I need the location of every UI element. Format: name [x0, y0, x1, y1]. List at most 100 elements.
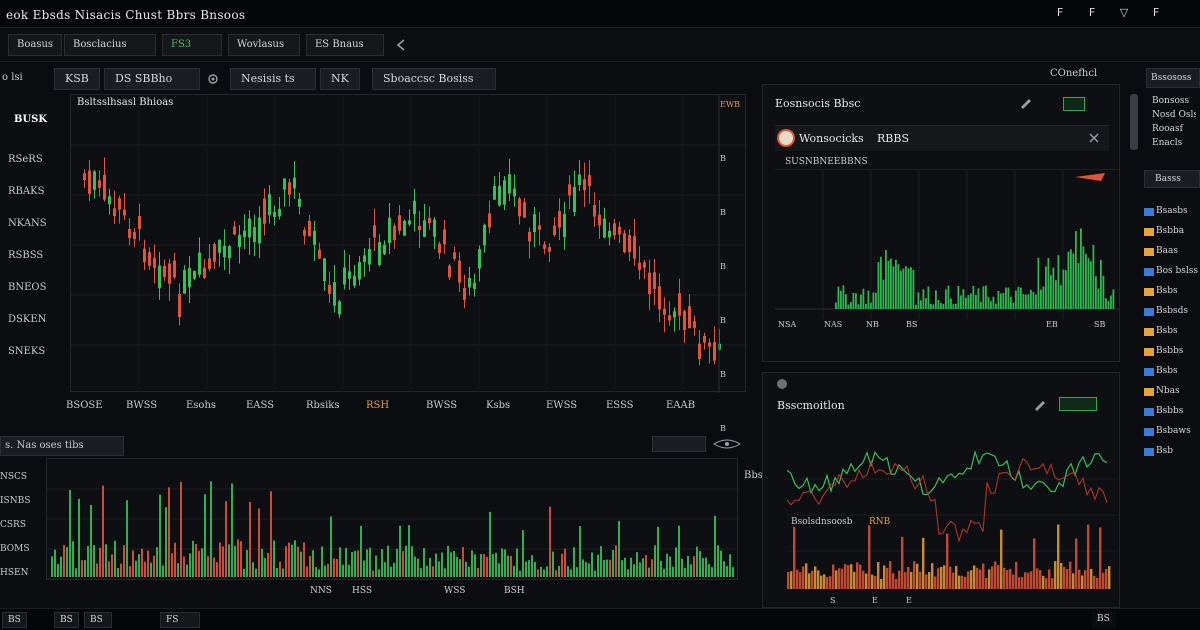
chip-2[interactable]: DS SBBho [104, 68, 200, 90]
candle-body [253, 227, 256, 243]
side-top-bar [865, 303, 867, 309]
side-top-bar [1045, 266, 1047, 309]
volume-bar [291, 544, 293, 577]
candle-body [128, 228, 131, 239]
volume-bar [84, 560, 86, 577]
volume-bar [231, 483, 233, 577]
volume-bar [420, 568, 422, 577]
side-top-bar [937, 299, 940, 309]
side-bottom-bar [811, 570, 814, 589]
volume-bar [633, 564, 635, 577]
eye-icon[interactable] [712, 438, 742, 450]
volume-bar [318, 569, 320, 577]
side-top-bar [1105, 298, 1107, 309]
chip-4[interactable]: NK [320, 68, 360, 90]
volume-y-label: ISNBS [0, 496, 31, 506]
side-top-bar [960, 295, 962, 309]
sidebar-item[interactable]: Bsbbs [1156, 406, 1200, 416]
side-bottom-bar [862, 570, 865, 589]
window-button-2[interactable]: F [1084, 5, 1100, 21]
toolbar-button-3[interactable]: FS3 [162, 34, 222, 56]
volume-bar [81, 560, 83, 577]
volume-bar [552, 551, 554, 577]
toolbar-button-2[interactable]: Bosclacius [64, 34, 156, 56]
volume-bar [294, 540, 296, 577]
volume-bar [384, 562, 386, 577]
volume-bar [693, 556, 695, 577]
side-bottom-indicator-button[interactable] [1059, 397, 1097, 411]
side-top-indicator-button[interactable] [1063, 97, 1085, 111]
back-arrow-icon[interactable] [394, 38, 408, 52]
candle-body [83, 173, 86, 180]
toolbar-button-5[interactable]: ES Bnaus [306, 34, 384, 56]
volume-bar [399, 525, 401, 577]
volume-bar [519, 570, 521, 577]
candle-body [668, 315, 671, 321]
sidebar-item[interactable]: Bsbs [1156, 366, 1200, 376]
side-top-bar [947, 285, 950, 309]
volume-bar [666, 553, 668, 577]
side-top-bar [890, 258, 892, 309]
chip-5[interactable]: Sboaccsc Bosiss [372, 68, 496, 90]
chip-3[interactable]: Nesisis ts [230, 68, 316, 90]
sidebar-item[interactable]: Baas [1156, 246, 1200, 256]
side-bottom-bar [1090, 568, 1093, 589]
status-item-2[interactable]: BS [54, 612, 79, 628]
volume-bar [606, 559, 608, 577]
volume-control-button[interactable] [652, 436, 706, 452]
volume-bar [717, 545, 719, 577]
side-bottom-bar [955, 566, 958, 589]
side-top-bar [1087, 258, 1090, 309]
side-bottom-bar [808, 573, 811, 589]
chip-1[interactable]: KSB [54, 68, 100, 90]
candle-body [518, 198, 521, 217]
status-item-4[interactable]: FS [160, 612, 200, 628]
toolbar-button-1[interactable]: Boasus [8, 34, 63, 56]
volume-bar [324, 565, 326, 577]
window-button-3[interactable]: ▽ [1116, 5, 1132, 21]
sidebar-item[interactable]: Bsbbs [1156, 346, 1200, 356]
volume-bar [279, 561, 281, 577]
candle-body [258, 217, 261, 244]
volume-bar [441, 552, 443, 577]
window-button-4[interactable]: F [1148, 5, 1164, 21]
sidebar-item[interactable]: Nbas [1156, 386, 1200, 396]
sidebar-item[interactable]: Bsbaws [1156, 426, 1200, 436]
volume-chart[interactable] [47, 459, 739, 581]
sidebar-item[interactable]: Bsbs [1156, 326, 1200, 336]
sidebar-scrollbar[interactable] [1130, 94, 1138, 150]
sidebar-item[interactable]: Bsbsds [1156, 306, 1200, 316]
volume-bar [501, 548, 503, 577]
volume-tab[interactable]: s. Nas oses tibs [0, 436, 124, 456]
candlestick-chart[interactable] [71, 95, 747, 393]
status-item-3[interactable]: BS [84, 612, 112, 628]
sidebar-item[interactable]: Bsasbs [1156, 206, 1200, 216]
side-bottom-x-label: E [906, 596, 912, 605]
side-bottom-bar [952, 572, 955, 589]
pencil-icon-2[interactable] [1033, 399, 1047, 411]
window-button-1[interactable]: F [1052, 5, 1068, 21]
volume-bar [561, 553, 563, 577]
sidebar-tab[interactable]: Basss [1144, 170, 1200, 188]
volume-bar [579, 526, 581, 577]
status-item-1[interactable]: BS [2, 612, 27, 628]
candle-body [133, 232, 136, 240]
status-item-5: BS [1092, 612, 1116, 628]
sidebar-item[interactable]: Bsb [1156, 446, 1200, 456]
sidebar-top-button[interactable]: Bssososs [1146, 68, 1200, 88]
candle-body [403, 220, 406, 236]
candle-body [378, 242, 381, 266]
sidebar-item[interactable]: Bos bslss [1156, 266, 1200, 276]
settings-icon[interactable] [206, 72, 220, 86]
sidebar-item[interactable]: Bsbba [1156, 226, 1200, 236]
volume-bar [708, 564, 710, 577]
side-top-bar [895, 259, 897, 309]
side-top-x-label: SB [1094, 320, 1106, 329]
pencil-icon[interactable] [1019, 97, 1033, 109]
candle-body [678, 293, 681, 316]
volume-bar [171, 553, 173, 577]
close-icon[interactable] [1087, 132, 1101, 144]
volume-bar [93, 545, 95, 577]
toolbar-button-4[interactable]: Wovlasus [228, 34, 300, 56]
sidebar-item[interactable]: Bsbs [1156, 286, 1200, 296]
